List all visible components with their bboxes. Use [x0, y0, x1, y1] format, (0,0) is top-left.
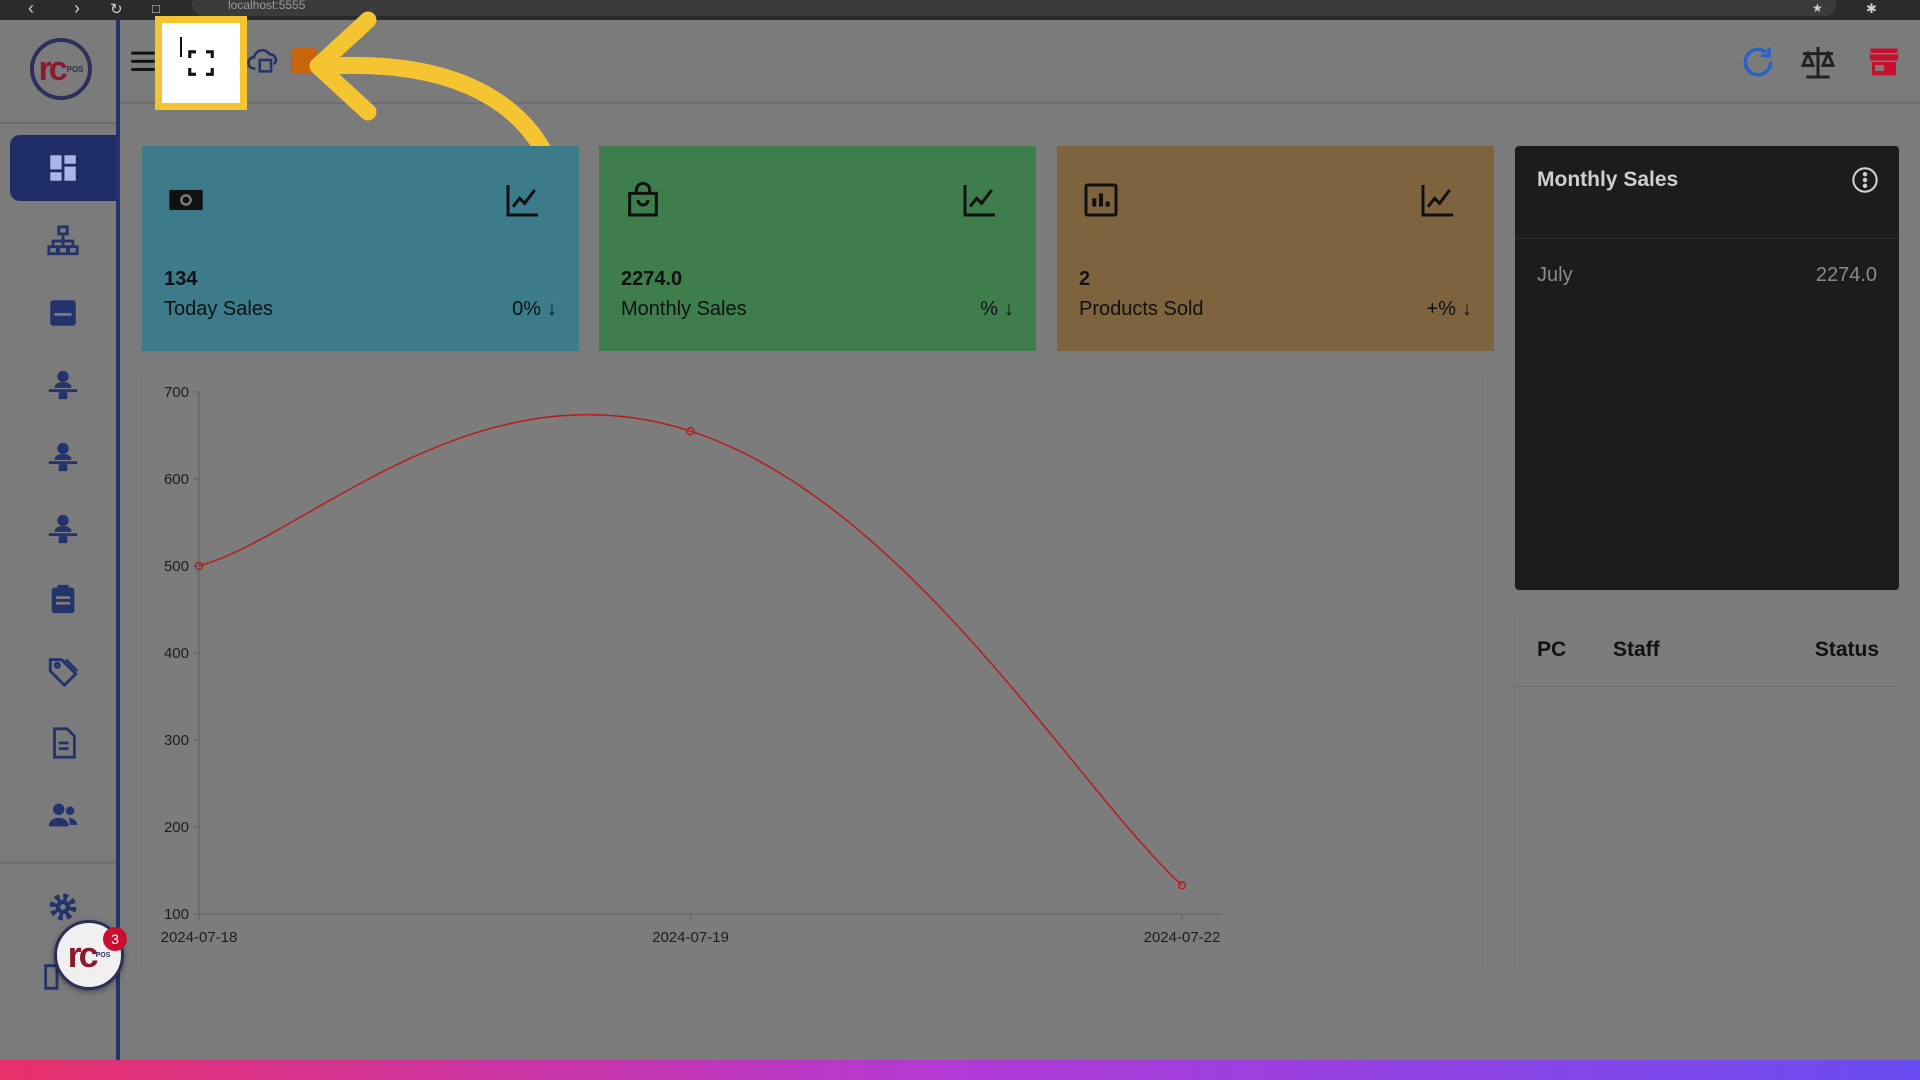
- sidebar-item-staff-2[interactable]: [10, 424, 116, 490]
- refresh-icon[interactable]: [1738, 42, 1778, 82]
- pc-staff-table: PC Staff Status: [1515, 614, 1899, 966]
- bookmark-star-icon[interactable]: ★: [1812, 1, 1823, 15]
- person-desk-icon: [48, 514, 78, 544]
- stat-change-text: 0%: [512, 298, 541, 320]
- trend-chart-icon: [1421, 185, 1453, 217]
- stat-value: 2: [1079, 268, 1091, 290]
- y-tick-label: 400: [164, 645, 189, 662]
- gear-icon: [49, 893, 77, 921]
- arrow-down-icon: ↓: [547, 298, 557, 320]
- stat-change: 0% ↓: [512, 298, 557, 321]
- browser-toolbar: ‹ › ↻ □ localhost:5555 ★ ✱: [0, 0, 1920, 20]
- money-icon: [169, 190, 203, 210]
- avatar-logo-sub: POS: [95, 951, 111, 959]
- store-icon[interactable]: [1864, 42, 1904, 82]
- shopping-bag-icon: [628, 181, 658, 217]
- sales-chart-panel: 100 200 300 400 500 600 700 2024-07-18 2024-07-1…: [142, 376, 1482, 968]
- logo-text: rc: [38, 49, 67, 88]
- stat-value: 2274.0: [621, 268, 683, 290]
- tag-icon: [48, 658, 79, 688]
- clipboard-icon: [51, 584, 75, 614]
- sidebar-divider: [0, 122, 116, 124]
- stat-change-text: +%: [1426, 298, 1456, 320]
- sidebar-item-dashboard[interactable]: [10, 135, 116, 201]
- info-icon[interactable]: [1851, 166, 1879, 194]
- sidebar-item-network[interactable]: [10, 208, 116, 274]
- column-header-status: Status: [1814, 638, 1879, 661]
- stat-label: Products Sold: [1079, 298, 1204, 320]
- stat-card-products-sold[interactable]: 2 Products Sold +% ↓: [1057, 146, 1494, 351]
- users-icon: [48, 803, 78, 827]
- data-point: [1177, 881, 1187, 890]
- extensions-icon[interactable]: ✱: [1866, 1, 1877, 17]
- y-tick-label: 500: [164, 558, 189, 575]
- logo-sub: POS: [66, 64, 84, 74]
- monthly-sales-month: July: [1537, 264, 1573, 286]
- arrow-down-icon: ↓: [1004, 298, 1014, 320]
- person-desk-icon: [48, 370, 78, 400]
- fullscreen-button[interactable]: [155, 16, 247, 110]
- arrow-down-icon: ↓: [1462, 298, 1472, 320]
- sidebar-item-staff-1[interactable]: [10, 352, 116, 418]
- stat-card-today-sales[interactable]: 134 Today Sales 0% ↓: [142, 146, 579, 351]
- sidebar-divider: [0, 862, 116, 864]
- text-cursor: [180, 37, 182, 57]
- series-line: [198, 413, 1183, 886]
- hamburger-menu-icon[interactable]: [128, 46, 158, 76]
- bar-chart-icon: [1084, 183, 1118, 217]
- notification-badge: 3: [103, 927, 127, 951]
- y-tick-label: 700: [164, 384, 189, 401]
- y-tick-label: 300: [164, 732, 189, 749]
- stat-value: 134: [164, 268, 198, 290]
- stat-change-text: %: [980, 298, 998, 320]
- sidebar-item-tags[interactable]: [10, 638, 116, 704]
- stat-label: Today Sales: [164, 298, 273, 320]
- trend-chart-icon: [506, 185, 538, 217]
- x-tick-label: 2024-07-22: [1144, 929, 1221, 946]
- forward-icon[interactable]: ›: [74, 0, 80, 19]
- document-icon: [53, 727, 76, 759]
- dashboard-icon: [50, 155, 76, 181]
- y-tick-label: 200: [164, 819, 189, 836]
- column-header-staff: Staff: [1613, 638, 1660, 661]
- stat-change: +% ↓: [1427, 298, 1472, 321]
- bottom-gradient-strip: [0, 1060, 1920, 1080]
- x-tick-label: 2024-07-19: [652, 929, 729, 946]
- stat-change: % ↓: [980, 298, 1014, 321]
- stat-label: Monthly Sales: [621, 298, 747, 320]
- table-divider: [1515, 686, 1899, 687]
- sidebar-item-reports[interactable]: [10, 710, 116, 776]
- reload-icon[interactable]: ↻: [110, 0, 123, 18]
- trend-chart-icon: [963, 185, 995, 217]
- home-icon[interactable]: □: [152, 1, 160, 16]
- back-icon[interactable]: ‹: [28, 0, 34, 19]
- stat-card-monthly-sales[interactable]: 2274.0 Monthly Sales % ↓: [599, 146, 1036, 351]
- sidebar-item-users[interactable]: [10, 782, 116, 848]
- sidebar-item-staff-3[interactable]: [10, 496, 116, 562]
- network-icon: [47, 225, 79, 256]
- cloud-print-icon[interactable]: [246, 42, 282, 78]
- y-tick-label: 100: [164, 906, 189, 923]
- app-logo[interactable]: rc POS: [30, 38, 92, 100]
- monthly-sales-amount: 2274.0: [1815, 264, 1877, 286]
- monthly-sales-panel: Monthly Sales July 2274.0: [1515, 146, 1899, 590]
- x-tick-label: 2024-07-18: [161, 929, 238, 946]
- sidebar-item-orders[interactable]: [10, 566, 116, 632]
- sales-line-chart: 100 200 300 400 500 600 700 2024-07-18 2024-07-1…: [161, 384, 1222, 946]
- avatar-logo-text: rc: [67, 934, 99, 975]
- scale-icon[interactable]: [1796, 40, 1840, 84]
- column-header-pc: PC: [1537, 638, 1567, 661]
- panel-divider: [1515, 238, 1899, 239]
- y-tick-label: 600: [164, 471, 189, 488]
- inventory-box-icon: [50, 300, 76, 326]
- monthly-sales-title: Monthly Sales: [1537, 168, 1679, 191]
- sidebar: rc POS: [0, 20, 120, 1060]
- person-desk-icon: [48, 442, 78, 472]
- sidebar-item-inventory[interactable]: [10, 280, 116, 346]
- fullscreen-icon: [188, 50, 214, 76]
